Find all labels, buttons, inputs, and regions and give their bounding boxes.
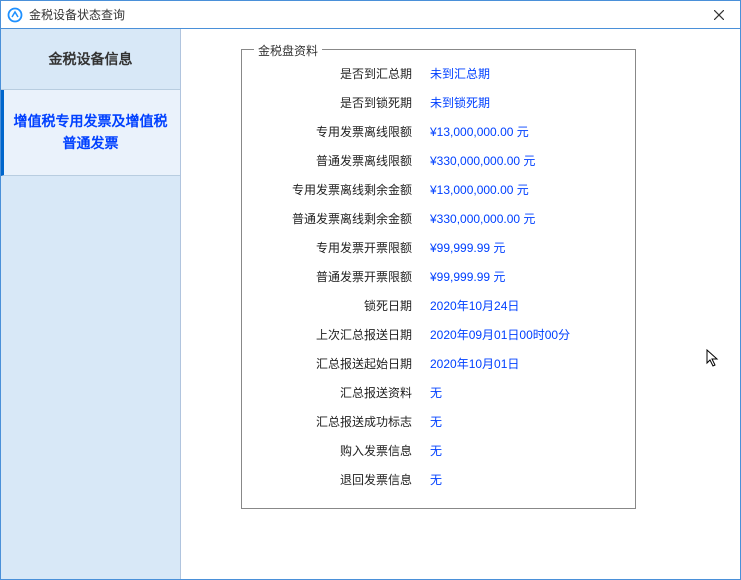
app-icon <box>7 7 23 23</box>
window: 金税设备状态查询 金税设备信息 增值税专用发票及增值税普通发票 金税盘资料 是否… <box>0 0 741 580</box>
value: 未到汇总期 <box>430 65 490 82</box>
row-general-offline-remain: 普通发票离线剩余金额 ¥330,000,000.00 元 <box>262 209 615 227</box>
value: ¥330,000,000.00 元 <box>430 152 535 169</box>
value: ¥99,999.99 元 <box>430 239 505 256</box>
main-panel: 金税盘资料 是否到汇总期 未到汇总期 是否到锁死期 未到锁死期 专用发票离线限额… <box>181 29 740 579</box>
label: 专用发票开票限额 <box>262 239 430 256</box>
sidebar-item-device-info[interactable]: 金税设备信息 <box>1 29 180 90</box>
label: 锁死日期 <box>262 297 430 314</box>
row-report-success-flag: 汇总报送成功标志 无 <box>262 412 615 430</box>
label: 退回发票信息 <box>262 471 430 488</box>
label: 普通发票开票限额 <box>262 268 430 285</box>
value: 2020年10月24日 <box>430 297 519 314</box>
value: 无 <box>430 413 442 430</box>
row-general-offline-limit: 普通发票离线限额 ¥330,000,000.00 元 <box>262 151 615 169</box>
row-special-offline-remain: 专用发票离线剩余金额 ¥13,000,000.00 元 <box>262 180 615 198</box>
label: 专用发票离线限额 <box>262 123 430 140</box>
label: 购入发票信息 <box>262 442 430 459</box>
sidebar: 金税设备信息 增值税专用发票及增值税普通发票 <box>1 29 181 579</box>
value: ¥13,000,000.00 元 <box>430 181 529 198</box>
row-report-data: 汇总报送资料 无 <box>262 383 615 401</box>
value: ¥330,000,000.00 元 <box>430 210 535 227</box>
row-purchase-invoice-info: 购入发票信息 无 <box>262 441 615 459</box>
value: ¥13,000,000.00 元 <box>430 123 529 140</box>
value: 无 <box>430 471 442 488</box>
row-lock-due: 是否到锁死期 未到锁死期 <box>262 93 615 111</box>
row-return-invoice-info: 退回发票信息 无 <box>262 470 615 488</box>
window-title: 金税设备状态查询 <box>29 6 704 23</box>
value: 无 <box>430 442 442 459</box>
label: 汇总报送资料 <box>262 384 430 401</box>
body: 金税设备信息 增值税专用发票及增值税普通发票 金税盘资料 是否到汇总期 未到汇总… <box>1 29 740 579</box>
row-last-report-date: 上次汇总报送日期 2020年09月01日00时00分 <box>262 325 615 343</box>
sidebar-item-label: 增值税专用发票及增值税普通发票 <box>14 113 168 151</box>
row-lock-date: 锁死日期 2020年10月24日 <box>262 296 615 314</box>
sidebar-item-label: 金税设备信息 <box>49 51 133 67</box>
titlebar: 金税设备状态查询 <box>1 1 740 29</box>
row-general-issue-limit: 普通发票开票限额 ¥99,999.99 元 <box>262 267 615 285</box>
cursor-icon <box>706 349 720 372</box>
row-report-start-date: 汇总报送起始日期 2020年10月01日 <box>262 354 615 372</box>
label: 汇总报送起始日期 <box>262 355 430 372</box>
label: 是否到锁死期 <box>262 94 430 111</box>
value: 2020年09月01日00时00分 <box>430 326 570 343</box>
tax-disk-fieldset: 金税盘资料 是否到汇总期 未到汇总期 是否到锁死期 未到锁死期 专用发票离线限额… <box>241 49 636 509</box>
label: 普通发票离线限额 <box>262 152 430 169</box>
value: ¥99,999.99 元 <box>430 268 505 285</box>
label: 普通发票离线剩余金额 <box>262 210 430 227</box>
label: 上次汇总报送日期 <box>262 326 430 343</box>
row-special-issue-limit: 专用发票开票限额 ¥99,999.99 元 <box>262 238 615 256</box>
row-summary-due: 是否到汇总期 未到汇总期 <box>262 64 615 82</box>
sidebar-item-invoice[interactable]: 增值税专用发票及增值税普通发票 <box>1 90 180 176</box>
value: 2020年10月01日 <box>430 355 519 372</box>
label: 是否到汇总期 <box>262 65 430 82</box>
close-button[interactable] <box>704 1 734 28</box>
fieldset-legend: 金税盘资料 <box>254 42 322 59</box>
label: 汇总报送成功标志 <box>262 413 430 430</box>
label: 专用发票离线剩余金额 <box>262 181 430 198</box>
value: 无 <box>430 384 442 401</box>
row-special-offline-limit: 专用发票离线限额 ¥13,000,000.00 元 <box>262 122 615 140</box>
value: 未到锁死期 <box>430 94 490 111</box>
